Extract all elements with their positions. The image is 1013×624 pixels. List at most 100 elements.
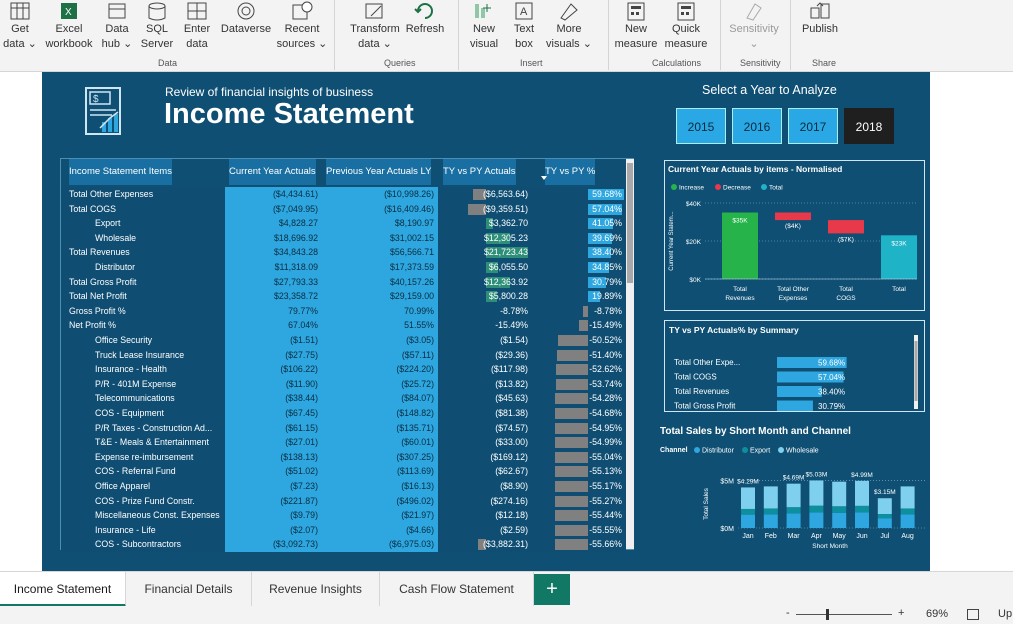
stacked-bar-segment[interactable]: [832, 512, 847, 528]
stacked-bar-segment[interactable]: [855, 480, 869, 506]
ty-vs-py-cell: ($169.12): [438, 449, 532, 465]
ty-vs-py-pct-value: -54.95%: [589, 422, 622, 433]
table-row[interactable]: Truck Lease Insurance ($27.75) ($57.11) ($2…: [61, 347, 635, 363]
waterfall-bar[interactable]: [775, 212, 811, 221]
x-tick-label: Jul: [880, 533, 889, 540]
ty-vs-py-value: $12,363.92: [483, 276, 528, 287]
stacked-bar-segment[interactable]: [809, 512, 824, 528]
stacked-bar-segment[interactable]: [763, 508, 778, 515]
tab-financial-details[interactable]: Financial Details: [126, 572, 252, 607]
summary-scroll-thumb[interactable]: [914, 341, 918, 401]
stacked-bar-segment[interactable]: [809, 480, 824, 506]
stacked-bar-segment[interactable]: [877, 518, 892, 528]
ribbon-button-13[interactable]: Quick measure: [656, 0, 716, 52]
tab-income-statement[interactable]: Income Statement: [0, 572, 126, 607]
table-row[interactable]: COS - Prize Fund Constr. ($221.87) ($496.0…: [61, 493, 635, 509]
table-scroll-thumb[interactable]: [627, 163, 633, 283]
ty-vs-py-value: ($2.59): [500, 524, 528, 535]
summary-bar[interactable]: [777, 386, 822, 397]
zoom-slider-thumb[interactable]: [826, 609, 829, 620]
table-row[interactable]: Office Apparel ($7.23) ($16.13) ($8.90) -55.…: [61, 479, 635, 494]
table-row[interactable]: Office Security ($1.51) ($3.05) ($1.54) -50.…: [61, 333, 635, 348]
table-row[interactable]: Insurance - Health ($106.22) ($224.20) ($11…: [61, 362, 635, 377]
table-row[interactable]: Gross Profit % 79.77% 70.99% -8.78% -8.78%: [61, 303, 635, 319]
tab-revenue-insights[interactable]: Revenue Insights: [252, 572, 380, 607]
column-header[interactable]: TY vs PY %: [545, 159, 596, 185]
page-title: Income Statement: [164, 98, 414, 130]
ribbon-button-8[interactable]: Refresh: [395, 0, 455, 37]
stacked-bar-segment[interactable]: [832, 481, 847, 507]
sort-desc-icon[interactable]: [541, 176, 547, 180]
table-row[interactable]: P/R - 401M Expense ($11.90) ($25.72) ($13.8…: [61, 376, 635, 392]
table-row[interactable]: Wholesale $18,696.92 $31,002.15 $12,305.23 3…: [61, 230, 635, 246]
stacked-bar-segment[interactable]: [877, 514, 892, 519]
stacked-bar-segment[interactable]: [786, 507, 801, 514]
stacked-bar-segment[interactable]: [786, 483, 801, 508]
year-button-2015[interactable]: 2015: [676, 108, 726, 144]
stacked-bar-segment[interactable]: [741, 508, 755, 515]
stacked-bar-segment[interactable]: [786, 513, 801, 528]
stacked-bar-segment[interactable]: [741, 487, 755, 509]
stacked-bar-segment[interactable]: [763, 514, 778, 528]
column-header[interactable]: Current Year Actuals: [229, 159, 316, 185]
stacked-bar-segment[interactable]: [832, 506, 847, 513]
summary-bar[interactable]: [777, 400, 813, 412]
table-row[interactable]: Insurance - Life ($2.07) ($4.66) ($2.59) -55…: [61, 522, 635, 538]
x-tick-label: Feb: [765, 533, 777, 540]
stacked-bar-segment[interactable]: [855, 512, 869, 528]
table-row[interactable]: Expense re-imbursement ($138.13) ($307.25)…: [61, 449, 635, 465]
table-row[interactable]: Total Net Profit $23,358.72 $29,159.00 $5,8…: [61, 289, 635, 304]
table-row[interactable]: Telecommunications ($38.44) ($84.07) ($45.6…: [61, 391, 635, 406]
table-row[interactable]: COS - Referral Fund ($51.02) ($113.69) ($62…: [61, 464, 635, 479]
ribbon-button-6[interactable]: Recent sources ⌄: [272, 0, 332, 52]
ribbon-button-14[interactable]: Sensitivity ⌄: [724, 0, 784, 52]
year-button-2018[interactable]: 2018: [844, 108, 894, 144]
tab-cash-flow-statement[interactable]: Cash Flow Statement: [380, 572, 534, 607]
ribbon-button-5[interactable]: Dataverse: [216, 0, 276, 37]
ribbon-button-15[interactable]: Publish: [790, 0, 850, 37]
ty-vs-py-pct-value: -15.49%: [589, 320, 622, 331]
ty-vs-py-pct-cell: -55.04%: [532, 449, 626, 465]
ribbon-button-11[interactable]: More visuals ⌄: [539, 0, 599, 52]
table-row[interactable]: Net Profit % 67.04% 51.55% -15.49% -15.49%: [61, 318, 635, 333]
row-item-label: P/R - 401M Expense: [61, 376, 225, 392]
table-row[interactable]: COS - Subcontractors ($3,092.73) ($6,975.0…: [61, 537, 635, 552]
column-header[interactable]: Income Statement Items: [69, 159, 172, 185]
waterfall-chart-panel: Current Year Actuals by items - Normalis…: [664, 160, 925, 311]
stacked-bar-segment[interactable]: [877, 498, 892, 515]
table-row[interactable]: COS - Equipment ($67.45) ($148.82) ($81.38)…: [61, 406, 635, 421]
stacked-bar-segment[interactable]: [741, 514, 755, 528]
previous-year-value: $17,373.59: [322, 260, 438, 275]
table-icon: [8, 0, 32, 22]
table-row[interactable]: Total Revenues $34,843.28 $56,566.71 $21,72…: [61, 245, 635, 260]
ribbon-group-label: Share: [812, 58, 837, 68]
stacked-bar-segment[interactable]: [809, 505, 824, 513]
fit-page-icon[interactable]: [967, 609, 979, 620]
zoom-slider[interactable]: [796, 609, 892, 620]
zoom-out-button[interactable]: -: [786, 607, 790, 619]
stacked-bar-segment[interactable]: [900, 486, 915, 509]
table-row[interactable]: Total Other Expenses ($4,434.61) ($10,998.…: [61, 187, 635, 202]
stacked-bar-segment[interactable]: [763, 486, 778, 509]
waterfall-data-label: ($7K): [838, 236, 854, 243]
add-page-button[interactable]: +: [534, 574, 570, 605]
table-row[interactable]: Distributor $11,318.09 $17,373.59 $6,055.50…: [61, 260, 635, 275]
stacked-bar-segment[interactable]: [900, 514, 915, 528]
stacked-bar-segment[interactable]: [855, 505, 869, 513]
table-row[interactable]: Miscellaneous Const. Expenses ($9.79) ($21…: [61, 508, 635, 523]
table-row[interactable]: Total Gross Profit $27,793.33 $40,157.26 $1…: [61, 274, 635, 290]
year-button-2017[interactable]: 2017: [788, 108, 838, 144]
ty-vs-py-value: $6,055.50: [488, 262, 528, 272]
zoom-in-button[interactable]: +: [898, 607, 904, 619]
table-row[interactable]: Export $4,828.27 $8,190.97 $3,362.70 41.05%: [61, 216, 635, 231]
row-item-label: P/R Taxes - Construction Ad...: [61, 420, 225, 436]
waterfall-bar[interactable]: [828, 220, 864, 234]
table-row[interactable]: Total COGS ($7,049.95) ($16,409.46) ($9,359…: [61, 201, 635, 217]
year-button-2016[interactable]: 2016: [732, 108, 782, 144]
column-header[interactable]: Previous Year Actuals LY: [326, 159, 432, 185]
stacked-bar-segment[interactable]: [900, 508, 915, 515]
column-header[interactable]: TY vs PY Actuals: [443, 159, 516, 185]
table-row[interactable]: T&E - Meals & Entertainment ($27.01) ($60.…: [61, 435, 635, 450]
table-row[interactable]: P/R Taxes - Construction Ad... ($61.15) ($…: [61, 420, 635, 436]
ty-vs-py-value: ($1.54): [500, 335, 528, 345]
